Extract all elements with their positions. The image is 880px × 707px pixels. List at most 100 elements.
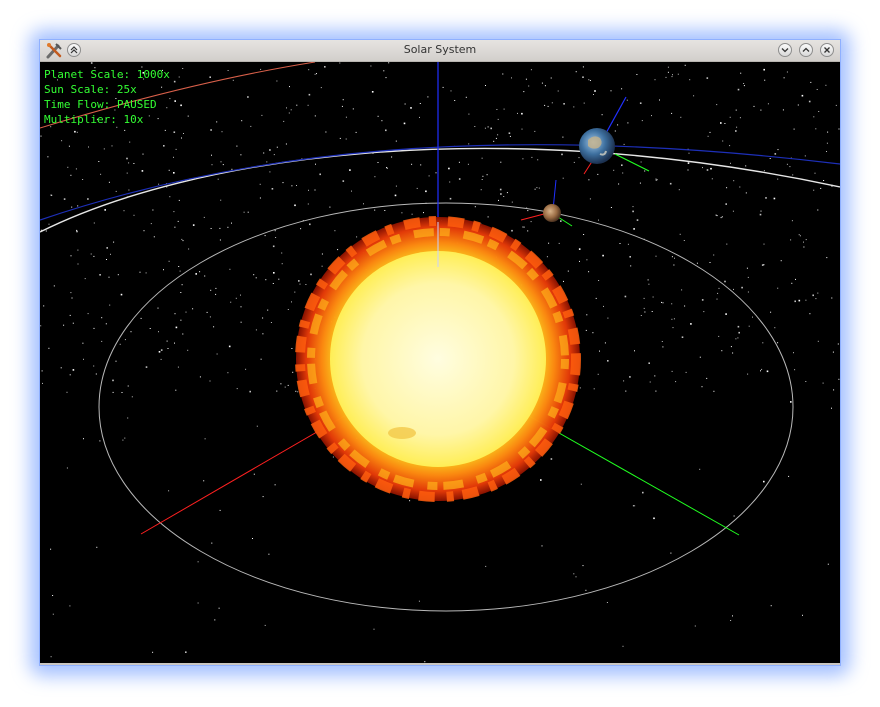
star xyxy=(523,226,525,228)
hud-multiplier: Multiplier: 10x xyxy=(44,113,144,126)
star xyxy=(739,186,741,188)
star xyxy=(199,376,201,378)
star xyxy=(291,348,293,349)
title-bar[interactable]: Solar System xyxy=(40,40,840,62)
star xyxy=(409,500,411,502)
star xyxy=(173,80,176,83)
star xyxy=(791,282,793,284)
star xyxy=(685,371,687,373)
star xyxy=(227,70,229,71)
star xyxy=(732,615,733,617)
star xyxy=(656,179,658,181)
star xyxy=(503,108,505,110)
star xyxy=(371,91,374,93)
star xyxy=(558,242,560,244)
maximize-button[interactable] xyxy=(799,43,813,57)
star xyxy=(654,79,656,81)
star xyxy=(411,163,413,165)
star xyxy=(185,651,187,653)
star xyxy=(70,255,72,257)
star xyxy=(140,317,142,319)
star xyxy=(780,260,782,262)
star xyxy=(767,103,769,105)
star xyxy=(654,375,656,377)
star xyxy=(250,125,252,127)
star xyxy=(177,220,179,222)
star xyxy=(502,73,504,75)
star xyxy=(546,256,548,258)
star xyxy=(294,291,296,293)
star xyxy=(632,505,634,507)
star xyxy=(282,182,284,184)
star xyxy=(684,305,686,307)
render-viewport[interactable]: Planet Scale: 1000x Sun Scale: 25x Time … xyxy=(40,62,840,663)
star xyxy=(308,189,309,191)
star xyxy=(721,350,723,352)
star xyxy=(789,166,791,168)
star xyxy=(236,388,238,390)
star xyxy=(377,115,379,117)
star xyxy=(508,132,511,134)
star xyxy=(211,164,213,166)
star xyxy=(737,325,740,328)
star xyxy=(88,146,89,148)
star xyxy=(760,109,762,111)
star xyxy=(490,127,492,130)
star xyxy=(260,358,262,360)
close-button[interactable] xyxy=(820,43,834,57)
star xyxy=(701,299,704,301)
star xyxy=(837,343,839,345)
star xyxy=(192,308,194,310)
star xyxy=(593,94,594,95)
star xyxy=(173,172,175,174)
star xyxy=(669,182,672,185)
star xyxy=(644,170,646,172)
star xyxy=(629,256,631,258)
star xyxy=(523,91,525,93)
star xyxy=(100,173,102,175)
star xyxy=(321,265,323,267)
star xyxy=(497,118,499,120)
star xyxy=(589,198,591,200)
star xyxy=(40,135,42,137)
star xyxy=(351,190,352,192)
star xyxy=(557,90,559,92)
minimize-button[interactable] xyxy=(778,43,792,57)
star xyxy=(173,131,176,133)
star xyxy=(643,307,645,309)
star xyxy=(816,89,818,90)
star xyxy=(640,161,642,163)
star xyxy=(384,210,386,211)
star xyxy=(96,546,98,548)
star xyxy=(278,278,280,280)
star xyxy=(181,137,182,139)
star xyxy=(403,122,406,125)
star xyxy=(826,257,828,259)
star xyxy=(298,280,300,282)
star xyxy=(180,104,182,107)
star xyxy=(737,88,740,91)
star xyxy=(706,77,709,79)
star xyxy=(746,267,748,269)
star xyxy=(474,206,476,208)
star xyxy=(838,378,840,380)
star xyxy=(232,79,234,81)
mars[interactable] xyxy=(520,179,573,227)
star xyxy=(281,252,283,254)
star xyxy=(633,228,635,230)
star xyxy=(551,102,553,104)
earth[interactable] xyxy=(579,96,650,175)
star xyxy=(786,71,788,73)
close-icon xyxy=(824,47,830,53)
star xyxy=(50,656,52,658)
star xyxy=(113,241,115,243)
star xyxy=(550,77,552,79)
star xyxy=(219,227,221,229)
solar-system-scene[interactable] xyxy=(40,62,840,663)
star xyxy=(227,226,229,228)
star xyxy=(316,73,317,75)
star xyxy=(527,230,529,232)
star xyxy=(818,111,820,112)
star xyxy=(95,373,97,375)
star xyxy=(93,327,95,329)
